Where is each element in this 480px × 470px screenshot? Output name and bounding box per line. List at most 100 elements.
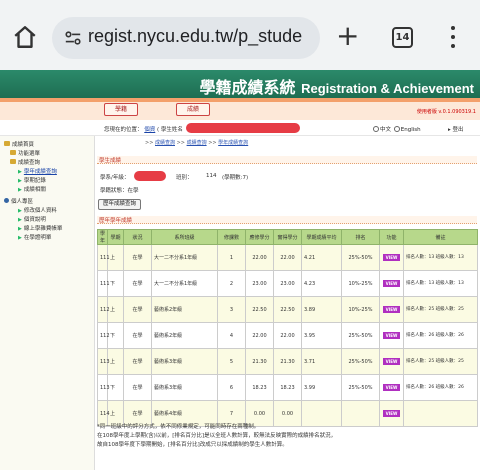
cell-sem: 上 bbox=[107, 348, 124, 375]
tab-switcher-button[interactable]: 14 bbox=[392, 27, 413, 48]
nav-registration-button[interactable]: 學籍 bbox=[104, 103, 139, 116]
language-switch[interactable]: 中文 English bbox=[372, 125, 421, 133]
cell-note bbox=[403, 400, 478, 427]
cell-sem: 下 bbox=[107, 374, 124, 401]
cell-year: 112 bbox=[97, 296, 110, 323]
all-years-grade-button[interactable]: 歷年成績查詢 bbox=[98, 199, 142, 210]
year-value: 114 bbox=[100, 410, 110, 417]
redaction-mark bbox=[186, 123, 300, 133]
year-value: 111 bbox=[100, 280, 110, 287]
table-row: 111 上在學 大一二不分系1年級 1 22.00 22.00 4.21 25%-50% VIE… bbox=[97, 244, 478, 271]
cell-rank: 25%-50% bbox=[341, 348, 380, 375]
sidebar-item-privacy[interactable]: ▶ 個資說明 bbox=[18, 215, 46, 223]
cell-sem: 上 bbox=[107, 244, 124, 271]
footnote: 故自108學年度下學期開始，[排名百分比]改成只以採成績制的學生人數計算。 bbox=[97, 442, 288, 448]
address-bar[interactable]: regist.nycu.edu.tw/p_stude bbox=[52, 17, 320, 59]
sidebar-item-related[interactable]: ▶ 成績相關 bbox=[18, 185, 46, 193]
cell-n: 5 bbox=[217, 348, 246, 375]
col-header: 修課數 bbox=[217, 229, 246, 245]
cell-note: 排名人數：13 班級人數：13 bbox=[403, 244, 478, 271]
section-header-grades: 歷年學年成績 bbox=[97, 216, 477, 224]
semester-value: 下 bbox=[110, 385, 116, 391]
cell-note: 排名人數：13 班級人數：13 bbox=[403, 270, 478, 297]
arrow-icon: ▶ bbox=[18, 217, 22, 223]
table-row: 111 下在學 大一二不分系1年級 2 23.00 23.00 4.23 10%-25% VIE… bbox=[97, 270, 478, 297]
arrow-icon: ▶ bbox=[18, 235, 22, 241]
view-button[interactable]: VIEW bbox=[382, 254, 401, 261]
arrow-icon: ▶ bbox=[18, 178, 22, 184]
cell-rank: 10%-25% bbox=[341, 270, 380, 297]
view-button[interactable]: VIEW bbox=[382, 410, 401, 417]
cell-avg: 3.95 bbox=[301, 322, 342, 349]
breadcrumb-item[interactable]: 成績查詢 bbox=[187, 140, 207, 146]
view-button[interactable]: VIEW bbox=[382, 384, 401, 391]
footnote: *同一班級中的評分方式，依不同修業規定，可能同時存在兩種制。 bbox=[97, 424, 260, 430]
table-row: 112 上在學 藝術系2年級 3 22.50 22.50 3.89 10%-25% VIEW 排名… bbox=[97, 296, 478, 323]
home-icon[interactable] bbox=[12, 24, 38, 50]
semester-count: (學期數:7) bbox=[222, 175, 249, 181]
cell-note: 排名人數：26 班級人數：26 bbox=[403, 322, 478, 349]
arrow-icon: ▶ bbox=[18, 169, 22, 175]
semester-value: 下 bbox=[110, 281, 116, 287]
site-banner: 學籍成績系統 Registration & Achievement bbox=[0, 70, 480, 98]
cell-status: 在學 bbox=[123, 374, 152, 401]
cell-req: 18.23 bbox=[245, 374, 274, 401]
cell-view: VIEW bbox=[379, 296, 404, 323]
logout-link[interactable]: ▸ 登出 bbox=[448, 125, 464, 133]
cell-got: 23.00 bbox=[273, 270, 302, 297]
cell-status: 在學 bbox=[123, 348, 152, 375]
cell-n: 6 bbox=[217, 374, 246, 401]
sidebar-item-home[interactable]: 成績首頁 bbox=[4, 140, 34, 148]
sidebar-item-grades[interactable]: 成績查詢 bbox=[10, 158, 40, 166]
view-button[interactable]: VIEW bbox=[382, 332, 401, 339]
cell-req: 22.00 bbox=[245, 322, 274, 349]
sidebar-item-tuition[interactable]: ▶ 線上學雜費帳單 bbox=[18, 224, 62, 232]
table-row: 112 下在學 藝術系2年級 4 22.00 22.00 3.95 25%-50% VIEW 排名… bbox=[97, 322, 478, 349]
sidebar-item-personal[interactable]: 個人專區 bbox=[4, 197, 33, 205]
location-text: 您現在的位置： 個資 ( 學生姓名 bbox=[104, 127, 183, 133]
col-header: 實得學分 bbox=[273, 229, 302, 245]
cell-rank: 10%-25% bbox=[341, 296, 380, 323]
year-value: 112 bbox=[100, 306, 110, 313]
radio-en[interactable] bbox=[393, 126, 400, 132]
year-value: 111 bbox=[100, 254, 110, 261]
cell-view: VIEW bbox=[379, 270, 404, 297]
sidebar-item-yearly[interactable]: ▶ 學年成績查詢 bbox=[18, 167, 57, 175]
cell-avg: 4.21 bbox=[301, 244, 342, 271]
cell-year: 113 bbox=[97, 374, 110, 401]
more-menu-icon[interactable] bbox=[450, 26, 456, 48]
breadcrumb-item[interactable]: 成績查詢 bbox=[155, 140, 175, 146]
folder-icon bbox=[10, 159, 16, 164]
radio-zh[interactable] bbox=[373, 126, 379, 132]
view-button[interactable]: VIEW bbox=[382, 280, 401, 287]
cell-got: 22.50 bbox=[273, 296, 302, 323]
site-settings-icon[interactable] bbox=[64, 29, 82, 47]
user-icon bbox=[4, 198, 9, 203]
cell-rank: 25%-50% bbox=[341, 322, 380, 349]
nav-grades-button[interactable]: 成績 bbox=[176, 103, 211, 116]
breadcrumb-item[interactable]: 學年成績查詢 bbox=[218, 140, 248, 146]
cell-note: 排名人數：25 班級人數：25 bbox=[403, 296, 478, 323]
cell-avg: 3.89 bbox=[301, 296, 342, 323]
cell-avg: 4.23 bbox=[301, 270, 342, 297]
cell-req: 22.00 bbox=[245, 244, 274, 271]
new-tab-icon[interactable]: + bbox=[336, 21, 359, 51]
cell-avg: 3.99 bbox=[301, 374, 342, 401]
grades-table: 學年 學期 狀況 系所班級 修課數 應修學分 實得學分 學期成績平均 排名 功能… bbox=[97, 229, 478, 427]
user-link[interactable]: 個資 bbox=[144, 127, 155, 133]
cell-rank: 25%-50% bbox=[341, 374, 380, 401]
view-button[interactable]: VIEW bbox=[382, 358, 401, 365]
url-text[interactable]: regist.nycu.edu.tw/p_stude bbox=[88, 26, 318, 47]
semester-value: 上 bbox=[110, 411, 116, 417]
sidebar-item-edit-profile[interactable]: ▶ 修改個人資料 bbox=[18, 206, 57, 214]
view-button[interactable]: VIEW bbox=[382, 306, 401, 313]
sidebar-item-enrollment[interactable]: ▶ 在學證明單 bbox=[18, 233, 51, 241]
sidebar-item-semester[interactable]: ▶ 學期記錄 bbox=[18, 176, 46, 184]
cell-view: VIEW bbox=[379, 374, 404, 401]
cell-sem: 上 bbox=[107, 296, 124, 323]
year-value: 112 bbox=[100, 332, 110, 339]
class-field: 班別： bbox=[176, 175, 193, 181]
year-value: 113 bbox=[100, 358, 110, 365]
cell-year: 111 bbox=[97, 244, 110, 271]
sidebar-item-menu[interactable]: 功能選單 bbox=[10, 149, 40, 157]
